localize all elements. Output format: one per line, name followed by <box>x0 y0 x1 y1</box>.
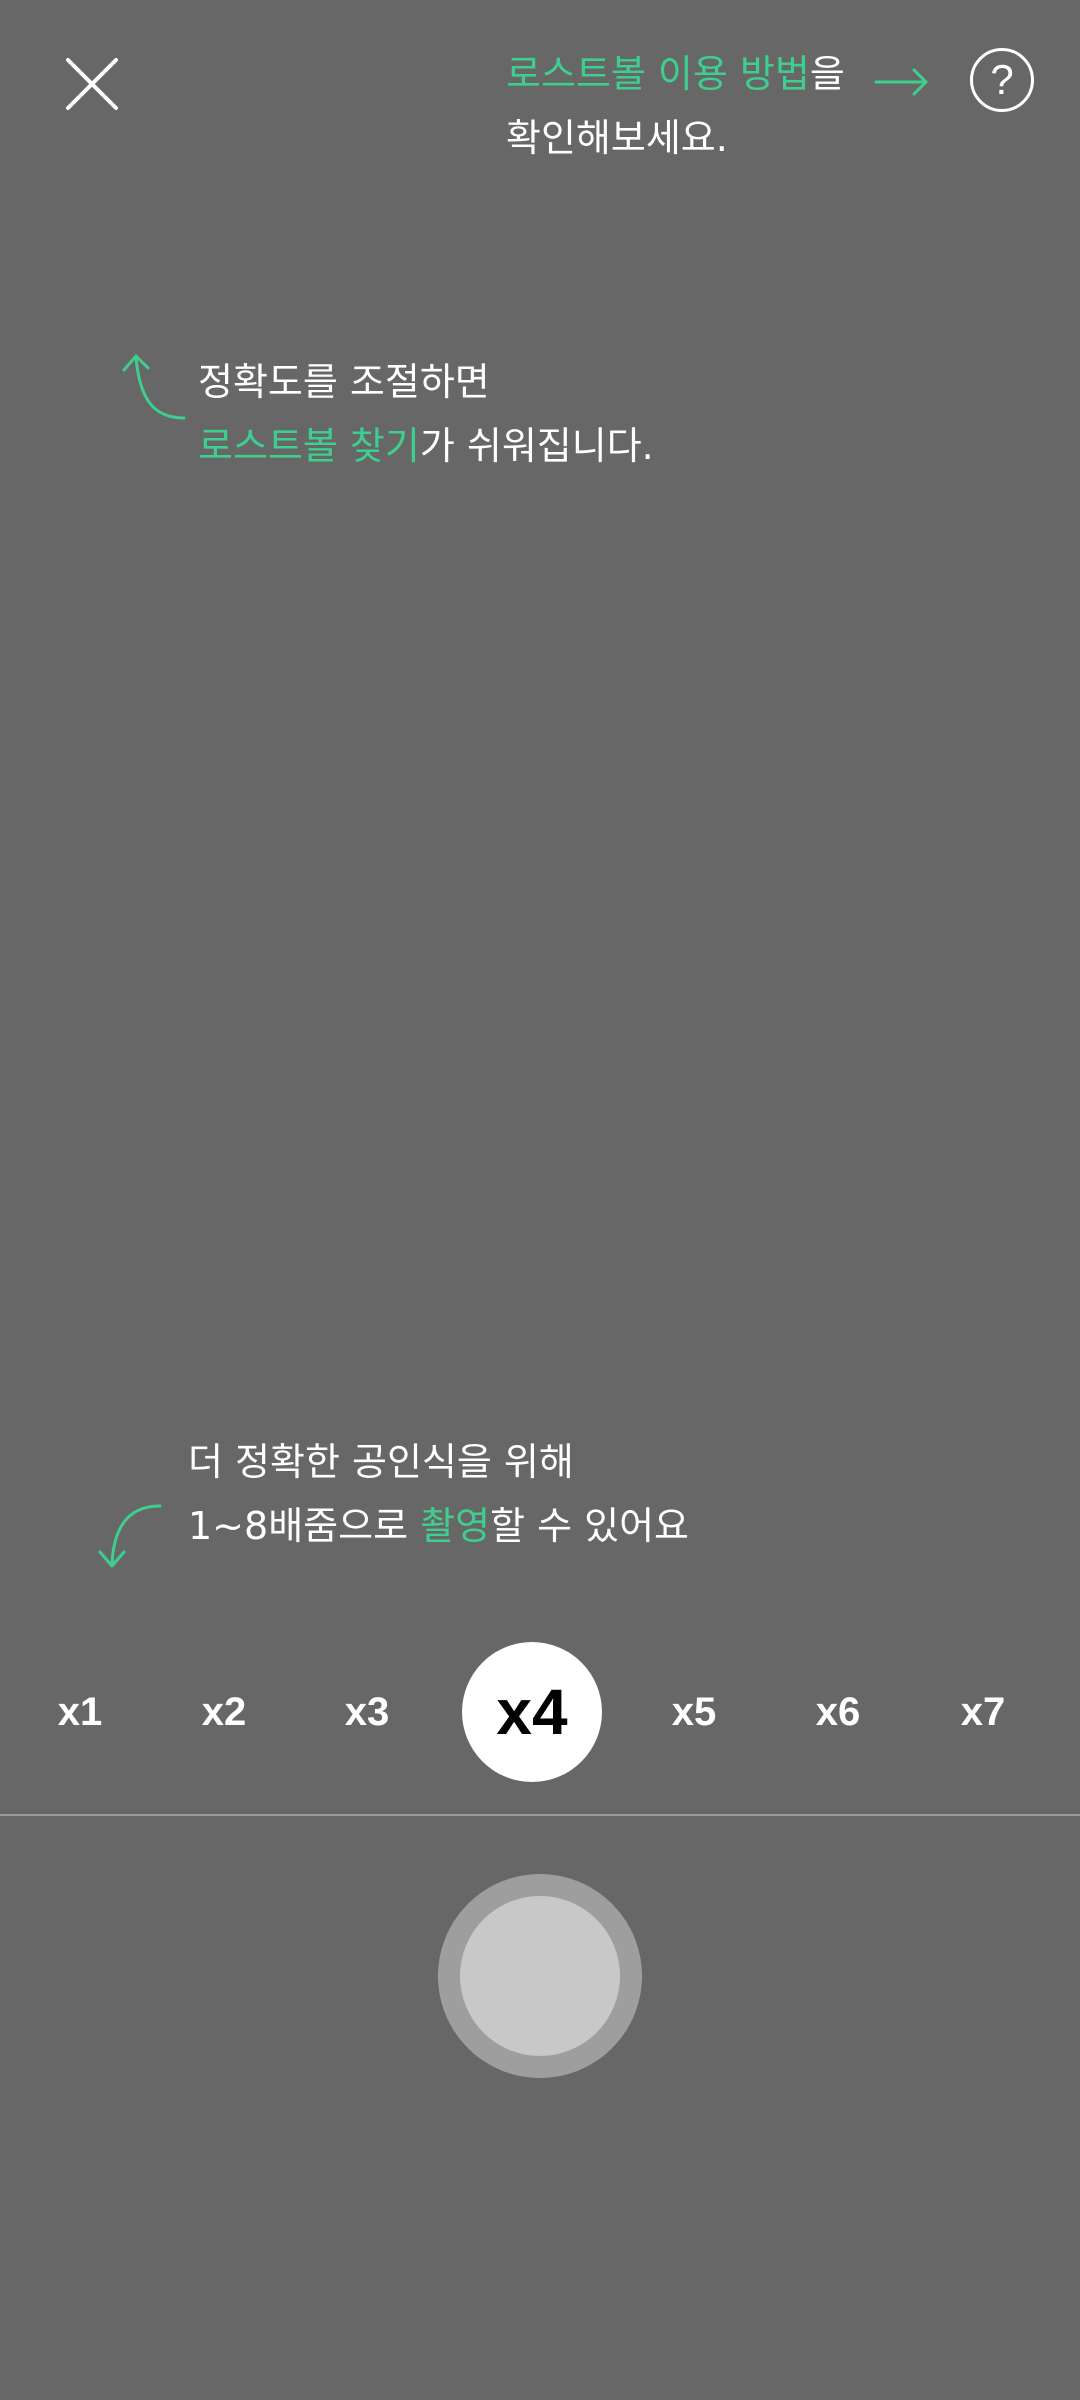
zoom-tip-line2-after: 할 수 있어요 <box>490 1504 690 1548</box>
zoom-selector: x1 x2 x3 x4 x5 x6 x7 <box>0 1642 1080 1782</box>
zoom-option-x7[interactable]: x7 <box>913 1642 1053 1782</box>
close-button[interactable] <box>52 44 140 132</box>
help-button[interactable]: ? <box>970 48 1034 112</box>
help-tip-line1-rest: 을 <box>809 52 845 96</box>
zoom-option-x4-selected[interactable]: x4 <box>462 1642 602 1782</box>
divider <box>0 1814 1080 1816</box>
zoom-tip-text: 더 정확한 공인식을 위해 1~8배줌으로 촬영할 수 있어요 <box>188 1430 689 1558</box>
zoom-tip-line2-before: 1~8배줌으로 <box>188 1504 421 1548</box>
zoom-option-x2[interactable]: x2 <box>154 1642 294 1782</box>
close-icon <box>66 58 118 110</box>
zoom-tip-highlight: 촬영 <box>420 1504 491 1548</box>
zoom-option-x3[interactable]: x3 <box>297 1642 437 1782</box>
curved-down-arrow-icon <box>92 1500 164 1572</box>
zoom-option-x5[interactable]: x5 <box>624 1642 764 1782</box>
accuracy-tip-text: 정확도를 조절하면 로스트볼 찾기가 쉬워집니다. <box>198 350 654 478</box>
accuracy-tip-line1: 정확도를 조절하면 <box>198 360 490 404</box>
help-tip-text: 로스트볼 이용 방법을 확인해보세요. <box>506 42 845 170</box>
shutter-button[interactable] <box>438 1874 642 2078</box>
zoom-option-x1[interactable]: x1 <box>10 1642 150 1782</box>
help-tip-highlight: 로스트볼 이용 방법 <box>506 52 810 96</box>
shutter-button-inner <box>460 1896 620 2056</box>
help-tip-line2: 확인해보세요. <box>506 116 728 160</box>
curved-up-arrow-icon <box>118 352 190 424</box>
accuracy-tip-line2-rest: 가 쉬워집니다. <box>419 424 654 468</box>
accuracy-tip-highlight: 로스트볼 찾기 <box>198 424 420 468</box>
right-arrow-icon <box>874 62 930 102</box>
zoom-option-x6[interactable]: x6 <box>768 1642 908 1782</box>
question-mark-icon: ? <box>990 56 1014 103</box>
zoom-tip-line1: 더 정확한 공인식을 위해 <box>188 1440 574 1484</box>
